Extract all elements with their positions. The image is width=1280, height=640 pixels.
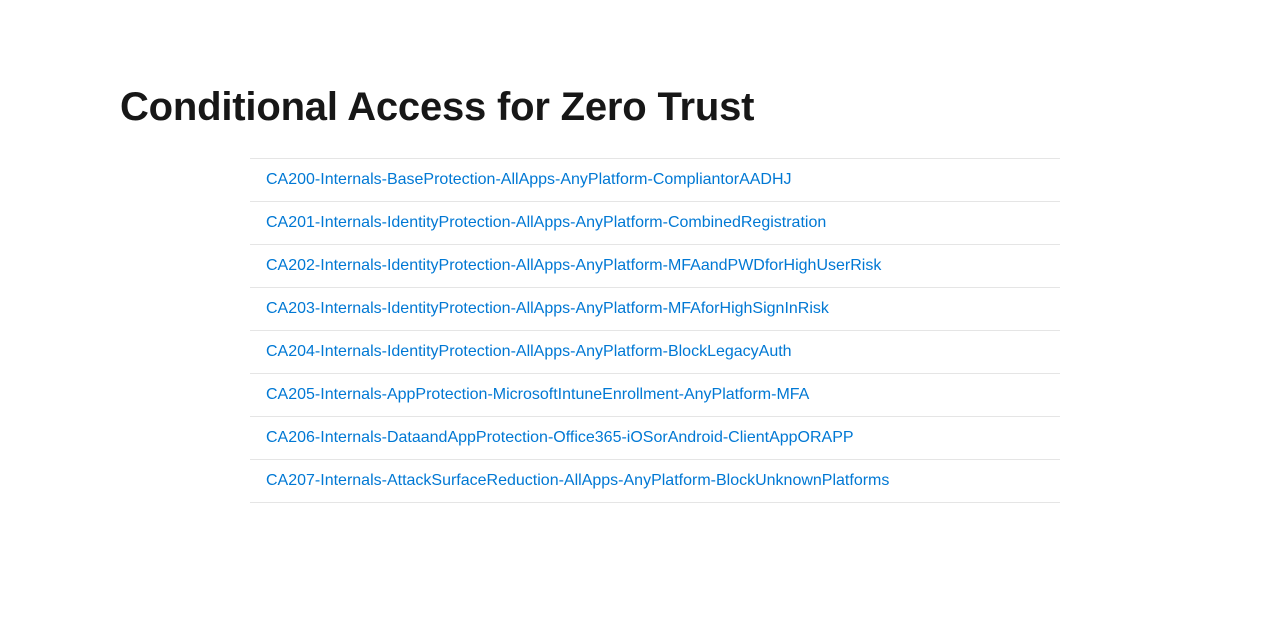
- policy-item: CA200-Internals-BaseProtection-AllApps-A…: [250, 159, 1060, 202]
- policy-link-ca202[interactable]: CA202-Internals-IdentityProtection-AllAp…: [266, 257, 881, 274]
- policy-item: CA207-Internals-AttackSurfaceReduction-A…: [250, 460, 1060, 503]
- policy-item: CA202-Internals-IdentityProtection-AllAp…: [250, 245, 1060, 288]
- policy-item: CA203-Internals-IdentityProtection-AllAp…: [250, 288, 1060, 331]
- page-title: Conditional Access for Zero Trust: [120, 85, 1280, 130]
- policy-link-ca207[interactable]: CA207-Internals-AttackSurfaceReduction-A…: [266, 472, 889, 489]
- policy-link-ca205[interactable]: CA205-Internals-AppProtection-MicrosoftI…: [266, 386, 809, 403]
- policy-link-ca203[interactable]: CA203-Internals-IdentityProtection-AllAp…: [266, 300, 829, 317]
- policy-item: CA201-Internals-IdentityProtection-AllAp…: [250, 202, 1060, 245]
- page-container: Conditional Access for Zero Trust CA200-…: [0, 0, 1280, 503]
- policy-item: CA205-Internals-AppProtection-MicrosoftI…: [250, 374, 1060, 417]
- policy-link-ca206[interactable]: CA206-Internals-DataandAppProtection-Off…: [266, 429, 854, 446]
- policy-item: CA206-Internals-DataandAppProtection-Off…: [250, 417, 1060, 460]
- policy-list: CA200-Internals-BaseProtection-AllApps-A…: [250, 158, 1060, 503]
- policy-link-ca204[interactable]: CA204-Internals-IdentityProtection-AllAp…: [266, 343, 792, 360]
- policy-link-ca200[interactable]: CA200-Internals-BaseProtection-AllApps-A…: [266, 171, 792, 188]
- policy-item: CA204-Internals-IdentityProtection-AllAp…: [250, 331, 1060, 374]
- policy-link-ca201[interactable]: CA201-Internals-IdentityProtection-AllAp…: [266, 214, 826, 231]
